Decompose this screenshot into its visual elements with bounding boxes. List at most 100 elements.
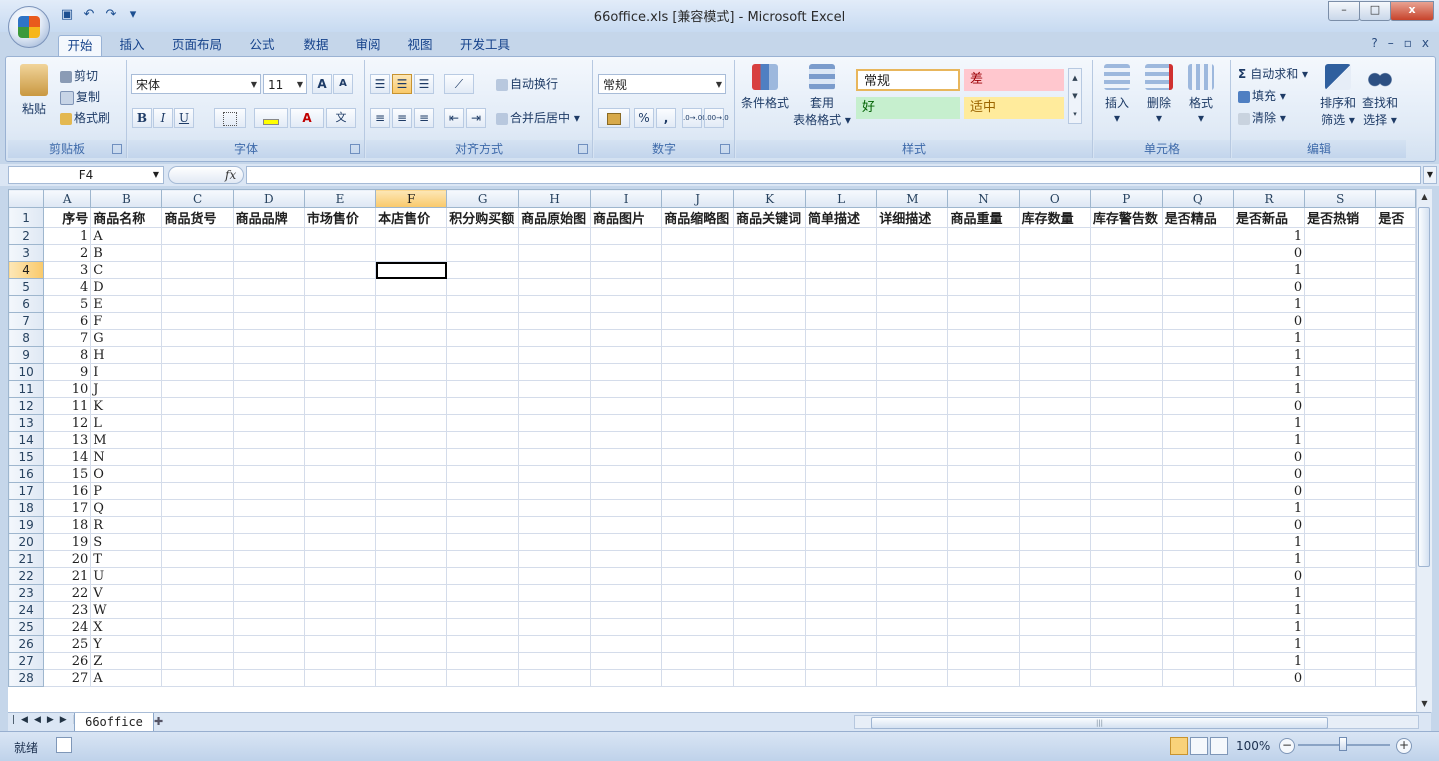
cell[interactable] [375, 618, 448, 636]
cell[interactable] [303, 380, 377, 398]
cell[interactable] [876, 448, 949, 466]
cell[interactable] [518, 227, 592, 245]
cell[interactable] [947, 601, 1020, 619]
cell[interactable] [446, 601, 520, 619]
cell[interactable] [375, 278, 448, 296]
cell[interactable] [733, 363, 807, 381]
cell[interactable] [947, 380, 1020, 398]
cell[interactable] [446, 346, 520, 364]
styles-gallery-scroll[interactable]: ▲ ▼ ▾ [1068, 68, 1082, 124]
cell[interactable] [733, 227, 807, 245]
cell[interactable] [733, 652, 807, 670]
row-header[interactable]: 1 [8, 207, 45, 228]
cell[interactable] [1304, 312, 1377, 330]
cell[interactable] [947, 482, 1020, 500]
cell[interactable] [446, 431, 520, 449]
cell[interactable] [232, 584, 305, 602]
cell[interactable] [661, 278, 735, 296]
cell[interactable] [661, 652, 735, 670]
cell[interactable]: 0 [1232, 465, 1306, 483]
cell[interactable]: 18 [43, 516, 92, 534]
cell[interactable] [805, 329, 878, 347]
cell[interactable] [518, 601, 592, 619]
cell[interactable] [518, 397, 592, 415]
cell[interactable] [161, 295, 234, 313]
row-header[interactable]: 22 [8, 567, 45, 585]
tab-insert[interactable]: 插入 [110, 35, 154, 56]
cell[interactable] [590, 431, 663, 449]
cell[interactable] [232, 635, 305, 653]
cell[interactable] [1161, 380, 1234, 398]
cell[interactable] [1304, 516, 1377, 534]
cell[interactable] [947, 516, 1020, 534]
cell[interactable] [661, 397, 735, 415]
cell[interactable] [590, 618, 663, 636]
format-as-table-button[interactable]: 套用 表格格式 ▾ [792, 64, 852, 128]
cell[interactable] [661, 448, 735, 466]
header-cell[interactable]: 本店售价 [375, 207, 448, 228]
cell[interactable] [1018, 380, 1091, 398]
cell[interactable] [733, 635, 807, 653]
cell[interactable] [375, 669, 448, 687]
cell[interactable]: 11 [43, 397, 92, 415]
cell[interactable] [876, 516, 949, 534]
cell[interactable] [161, 312, 234, 330]
align-top-button[interactable]: ☰ [370, 74, 390, 94]
cell[interactable] [1018, 652, 1091, 670]
cell[interactable]: J [90, 380, 163, 398]
cell[interactable] [1089, 601, 1163, 619]
cell[interactable] [161, 669, 234, 687]
cell[interactable] [375, 380, 448, 398]
cell[interactable] [805, 448, 878, 466]
cell[interactable] [733, 244, 807, 262]
cell[interactable] [947, 499, 1020, 517]
cell[interactable] [733, 380, 807, 398]
cell[interactable] [1161, 363, 1234, 381]
cell[interactable] [1018, 669, 1091, 687]
cell[interactable] [161, 397, 234, 415]
cell[interactable] [303, 431, 377, 449]
sort-filter-button[interactable]: 排序和 筛选 ▾ [1318, 64, 1358, 128]
cell[interactable] [876, 312, 949, 330]
cell[interactable] [303, 652, 377, 670]
cell[interactable] [661, 329, 735, 347]
ribbon-close-button[interactable]: x [1422, 36, 1429, 50]
cell[interactable] [1375, 278, 1416, 296]
cell[interactable] [1161, 516, 1234, 534]
cell[interactable] [518, 499, 592, 517]
cell[interactable] [446, 312, 520, 330]
format-cells-button[interactable]: 格式 ▾ [1182, 64, 1220, 125]
cell[interactable]: I [90, 363, 163, 381]
cell[interactable] [232, 431, 305, 449]
cell[interactable] [303, 227, 377, 245]
cell[interactable] [876, 261, 949, 279]
align-right-button[interactable]: ≡ [414, 108, 434, 128]
cell[interactable] [303, 397, 377, 415]
cell[interactable] [1375, 584, 1416, 602]
cell[interactable] [518, 329, 592, 347]
cell[interactable] [590, 584, 663, 602]
cell[interactable] [1089, 635, 1163, 653]
cell[interactable] [661, 635, 735, 653]
cell[interactable] [232, 278, 305, 296]
cell[interactable] [1304, 550, 1377, 568]
cell[interactable] [661, 295, 735, 313]
cell[interactable] [1375, 431, 1416, 449]
cell[interactable] [232, 499, 305, 517]
cell[interactable] [661, 567, 735, 585]
row-header[interactable]: 20 [8, 533, 45, 551]
italic-button[interactable]: I [153, 108, 173, 128]
row-header[interactable]: 15 [8, 448, 45, 466]
cell[interactable]: 1 [1232, 550, 1306, 568]
cell[interactable]: 1 [1232, 584, 1306, 602]
cell[interactable]: 0 [1232, 397, 1306, 415]
cell[interactable] [1161, 244, 1234, 262]
cell[interactable] [947, 550, 1020, 568]
cell[interactable] [1018, 465, 1091, 483]
cell[interactable] [590, 397, 663, 415]
cell[interactable] [518, 312, 592, 330]
cell[interactable] [1089, 584, 1163, 602]
name-box[interactable]: F4 ▼ [8, 166, 164, 184]
cell[interactable] [1304, 261, 1377, 279]
cell[interactable] [446, 635, 520, 653]
